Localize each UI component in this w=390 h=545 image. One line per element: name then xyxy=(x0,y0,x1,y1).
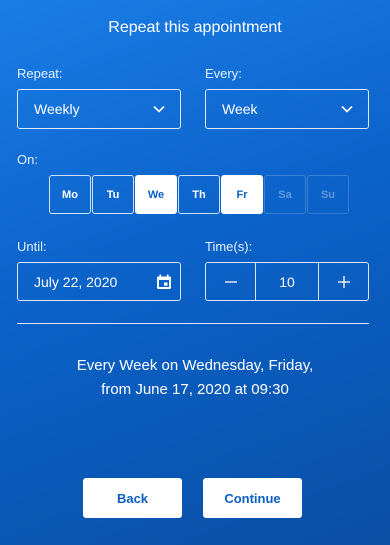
every-select-value: Week xyxy=(222,101,258,117)
summary-line-1: Every Week on Wednesday, Friday, xyxy=(76,357,314,374)
increment-button[interactable] xyxy=(319,263,368,300)
day-toggle-mo[interactable]: Mo xyxy=(49,175,91,214)
until-label: Until: xyxy=(17,239,47,254)
every-label: Every: xyxy=(205,66,242,81)
on-label: On: xyxy=(17,152,38,167)
repeat-select-value: Weekly xyxy=(34,101,80,117)
repeat-select[interactable]: Weekly xyxy=(17,89,181,129)
day-toggle-we[interactable]: We xyxy=(135,175,177,214)
chevron-down-icon xyxy=(341,105,353,113)
minus-icon xyxy=(224,280,237,283)
decrement-button[interactable] xyxy=(206,263,255,300)
times-label: Time(s): xyxy=(205,239,253,254)
until-date-field[interactable]: July 22, 2020 xyxy=(17,262,181,301)
times-value[interactable]: 10 xyxy=(255,263,319,300)
times-stepper: 10 xyxy=(205,262,369,301)
calendar-icon[interactable] xyxy=(155,273,173,291)
every-select[interactable]: Week xyxy=(205,89,369,129)
summary-line-2: from June 17, 2020 at 09:30 xyxy=(101,381,289,398)
day-toggle-sa[interactable]: Sa xyxy=(264,175,306,214)
recurrence-summary: Every Week on Wednesday, Friday, from Ju… xyxy=(0,354,390,402)
back-button[interactable]: Back xyxy=(83,478,182,518)
day-toggle-fr[interactable]: Fr xyxy=(221,175,263,214)
repeat-label: Repeat: xyxy=(17,66,63,81)
section-divider xyxy=(17,323,369,324)
day-toggle-th[interactable]: Th xyxy=(178,175,220,214)
day-toggle-tu[interactable]: Tu xyxy=(92,175,134,214)
dialog-title: Repeat this appointment xyxy=(108,19,282,36)
day-toggle-su[interactable]: Su xyxy=(307,175,349,214)
chevron-down-icon xyxy=(153,105,165,113)
plus-icon xyxy=(337,275,350,288)
continue-button[interactable]: Continue xyxy=(203,478,302,518)
weekday-selector: Mo Tu We Th Fr Sa Su xyxy=(49,175,349,214)
until-date-value: July 22, 2020 xyxy=(34,273,118,290)
